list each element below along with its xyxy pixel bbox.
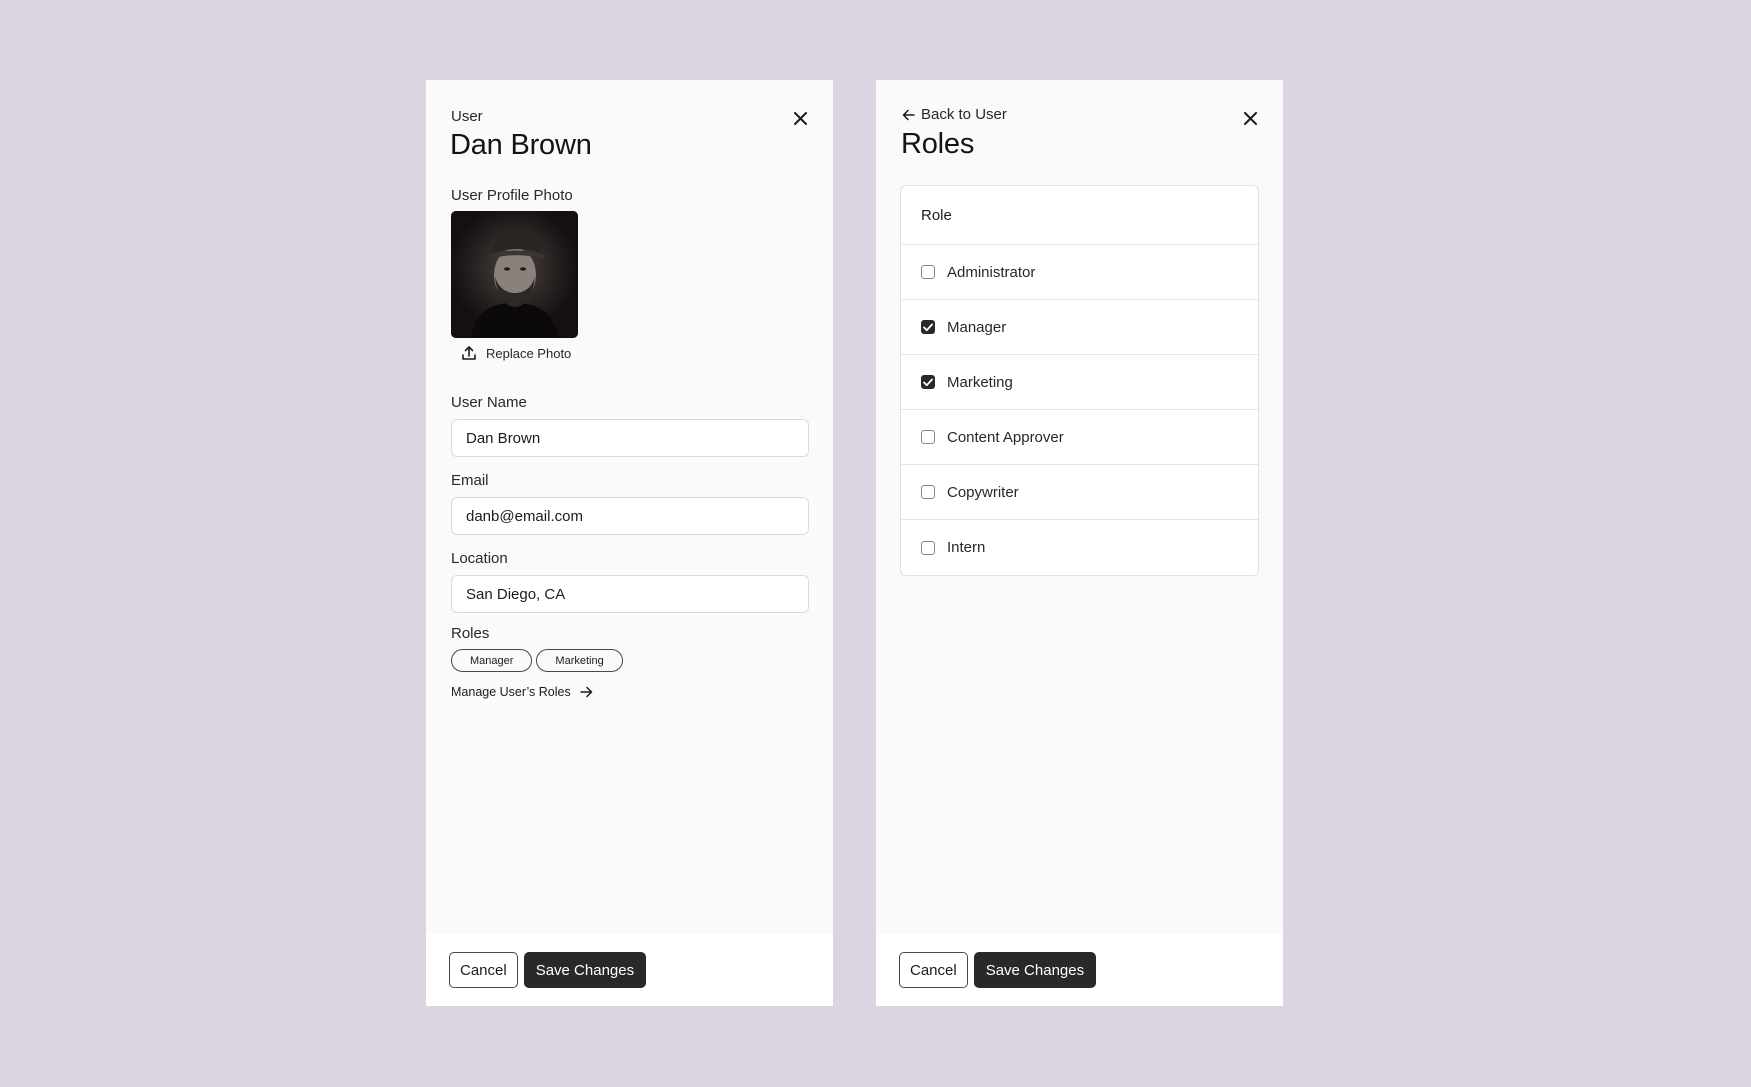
administrator-checkbox[interactable] [921, 265, 935, 279]
role-row-content-approver[interactable]: Content Approver [901, 410, 1258, 465]
close-icon [793, 111, 807, 125]
marketing-checkbox[interactable] [921, 375, 935, 389]
back-to-user-label: Back to User [921, 106, 1007, 123]
manage-roles-label: Manage User’s Roles [451, 685, 571, 699]
page-title: Roles [901, 128, 975, 160]
copywriter-checkbox[interactable] [921, 485, 935, 499]
role-row-marketing[interactable]: Marketing [901, 355, 1258, 410]
role-label: Content Approver [947, 428, 1064, 446]
close-button[interactable] [789, 107, 811, 129]
location-input[interactable] [451, 575, 809, 613]
manager-checkbox[interactable] [921, 320, 935, 334]
checkmark-icon [923, 378, 933, 386]
close-button[interactable] [1239, 107, 1261, 129]
content-approver-checkbox[interactable] [921, 430, 935, 444]
roles-label: Roles [451, 625, 490, 642]
photo-label: User Profile Photo [451, 187, 573, 204]
role-chip-manager: Manager [451, 649, 533, 672]
replace-photo-label: Replace Photo [486, 345, 572, 361]
cancel-button[interactable]: Cancel [449, 952, 518, 988]
user-name-input[interactable] [451, 419, 809, 457]
location-label: Location [451, 550, 508, 567]
arrow-left-icon [902, 109, 915, 120]
profile-photo [451, 211, 578, 338]
role-chip-marketing: Marketing [536, 649, 623, 672]
user-name-label: User Name [451, 394, 527, 411]
role-label: Manager [947, 318, 1007, 336]
role-chips: Manager Marketing [451, 649, 623, 672]
back-to-user-link[interactable]: Back to User [902, 106, 1007, 123]
roles-panel: Back to User Roles Role Administrator Ma… [876, 80, 1283, 1006]
manage-roles-link[interactable]: Manage User’s Roles [451, 685, 593, 699]
intern-checkbox[interactable] [921, 540, 935, 555]
panel-footer: Cancel Save Changes [876, 934, 1283, 1006]
role-row-intern[interactable]: Intern [901, 520, 1258, 575]
role-label: Administrator [947, 263, 1036, 281]
user-panel: User Dan Brown User Profile Photo Replac… [426, 80, 833, 1006]
checkmark-icon [923, 323, 933, 331]
roles-table: Role Administrator Manager Marketing Con… [900, 185, 1259, 576]
role-row-copywriter[interactable]: Copywriter [901, 465, 1258, 520]
save-changes-button[interactable]: Save Changes [523, 952, 647, 988]
role-label: Intern [947, 539, 986, 556]
role-row-manager[interactable]: Manager [901, 300, 1258, 355]
arrow-right-icon [579, 686, 592, 698]
table-header-role: Role [901, 186, 1258, 245]
panel-eyebrow: User [451, 108, 483, 125]
role-row-administrator[interactable]: Administrator [901, 245, 1258, 300]
page-title: Dan Brown [450, 129, 592, 161]
email-label: Email [451, 472, 489, 489]
close-icon [1243, 111, 1257, 125]
upload-icon [462, 346, 476, 360]
replace-photo-button[interactable]: Replace Photo [461, 345, 571, 361]
email-input[interactable] [451, 497, 809, 535]
cancel-button[interactable]: Cancel [899, 952, 968, 988]
panel-footer: Cancel Save Changes [426, 934, 833, 1006]
save-changes-button[interactable]: Save Changes [973, 952, 1097, 988]
role-label: Copywriter [947, 483, 1019, 501]
avatar [451, 211, 578, 338]
role-label: Marketing [947, 373, 1013, 391]
